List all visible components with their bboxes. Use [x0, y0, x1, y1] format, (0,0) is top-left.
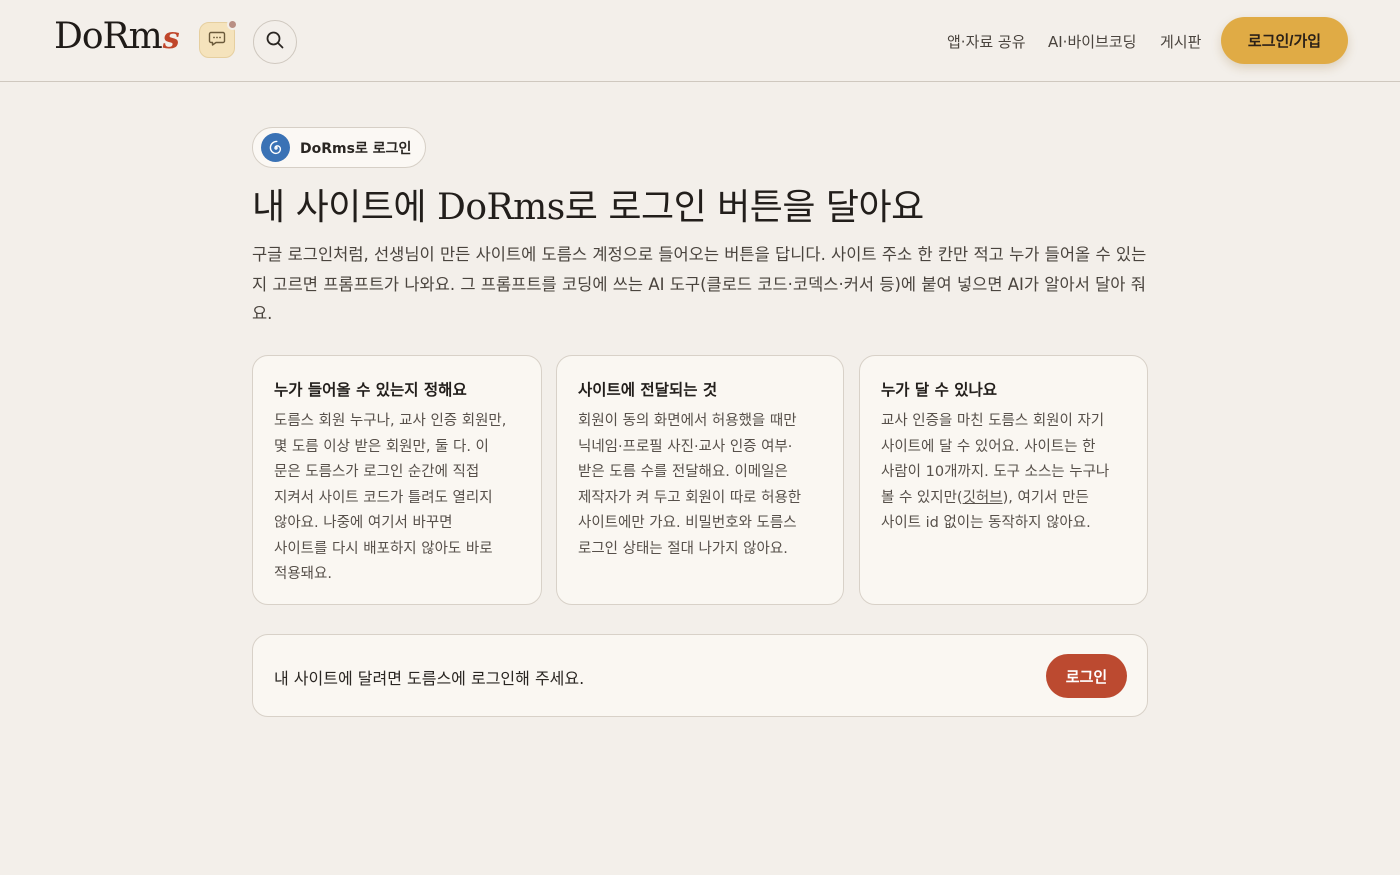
card-title: 사이트에 전달되는 것 [578, 381, 718, 399]
card-body: 교사 인증을 마친 도름스 회원이 자기 사이트에 달 수 있어요. 사이트는 … [881, 409, 1127, 537]
card-body: 회원이 동의 화면에서 허용했을 때만 닉네임·프로필 사진·교사 인증 여부·… [578, 409, 823, 562]
card-line: 적용돼요. [274, 566, 332, 582]
card-line: 볼 수 있지만(깃허브), 여기서 만든 [881, 486, 1127, 512]
logo-accent: s [162, 21, 180, 56]
top-header: DoRm s 앱·자료 공유 AI·바이브코딩 게시판 로그인/가입 [0, 0, 1400, 82]
card-line-text: 볼 수 있지만( [881, 489, 963, 506]
nav-board[interactable]: 게시판 [1160, 31, 1201, 52]
card-title: 누가 들어올 수 있는지 정해요 [274, 381, 467, 399]
card-line: 제작자가 켜 두고 회원이 따로 허용한 [578, 489, 802, 506]
chat-icon [208, 29, 226, 51]
nav-app-share[interactable]: 앱·자료 공유 [947, 31, 1026, 52]
card-line: 받은 도름 수를 전달해요. 이메일은 [578, 464, 788, 480]
card-line-text: ), 여기서 만든 [1002, 489, 1089, 506]
card-line: 로그인 상태는 절대 나가지 않아요. [578, 540, 788, 557]
card-line: 사이트에 달 수 있어요. 사이트는 한 [881, 438, 1096, 455]
title-brand: DoRms [437, 187, 565, 228]
card-body: 도름스 회원 누구나, 교사 인증 회원만, 몇 도름 이상 받은 회원만, 둘… [274, 409, 521, 588]
nav-ai-vibecoding[interactable]: AI·바이브코딩 [1048, 31, 1136, 52]
card-title: 누가 달 수 있나요 [881, 381, 998, 399]
card-line: 몇 도름 이상 받은 회원만, 둘 다. 이 [274, 438, 489, 455]
site-logo[interactable]: DoRm s [54, 16, 180, 60]
badge-label: DoRms로 로그인 [300, 140, 412, 157]
search-icon [265, 30, 285, 54]
page-description: 구글 로그인처럼, 선생님이 만든 사이트에 도름스 계정으로 들어오는 버튼을… [252, 245, 1147, 323]
card-line: 않아요. 나중에 여기서 바꾸면 [274, 515, 453, 531]
login-button[interactable]: 로그인 [1046, 654, 1127, 698]
login-prompt-text: 내 사이트에 달려면 도름스에 로그인해 주세요. [274, 669, 585, 688]
title-part-2: 로 로그인 버튼을 달아요 [564, 187, 925, 228]
logo-text: DoRm [54, 16, 163, 57]
card-line: 지켜서 사이트 코드가 틀려도 열리지 [274, 489, 493, 506]
spiral-icon [261, 133, 290, 162]
login-prompt-panel: 내 사이트에 달려면 도름스에 로그인해 주세요. 로그인 [252, 634, 1148, 717]
search-button[interactable] [253, 20, 297, 64]
notification-dot [227, 19, 238, 30]
card-line: 사이트를 다시 배포하지 않아도 바로 [274, 540, 493, 557]
page-title: 내 사이트에 DoRms로 로그인 버튼을 달아요 [252, 178, 924, 230]
card-line: 사이트 id 없이는 동작하지 않아요. [881, 515, 1091, 531]
card-line: 닉네임·프로필 사진·교사 인증 여부· [578, 438, 793, 455]
title-part-1: 내 사이트에 [252, 187, 437, 228]
card-line: 도름스 회원 누구나, 교사 인증 회원만, [274, 413, 507, 429]
card-shared-data: 사이트에 전달되는 것 회원이 동의 화면에서 허용했을 때만 닉네임·프로필 … [556, 355, 844, 605]
card-line: 회원이 동의 화면에서 허용했을 때만 [578, 413, 797, 429]
card-line: 사람이 10개까지. 도구 소스는 누구나 [881, 464, 1110, 480]
dorms-login-badge: DoRms로 로그인 [252, 127, 427, 168]
card-who-can-add: 누가 달 수 있나요 교사 인증을 마친 도름스 회원이 자기 사이트에 달 수… [859, 355, 1148, 605]
card-line: 문은 도름스가 로그인 순간에 직접 [274, 464, 480, 480]
chat-button[interactable] [199, 19, 238, 58]
card-line: 사이트에만 가요. 비밀번호와 도름스 [578, 515, 797, 531]
card-access-rules: 누가 들어올 수 있는지 정해요 도름스 회원 누구나, 교사 인증 회원만, … [252, 355, 542, 605]
github-link[interactable]: 깃허브 [963, 490, 1003, 506]
login-signup-button[interactable]: 로그인/가입 [1221, 17, 1348, 64]
card-line: 교사 인증을 마친 도름스 회원이 자기 [881, 413, 1105, 429]
